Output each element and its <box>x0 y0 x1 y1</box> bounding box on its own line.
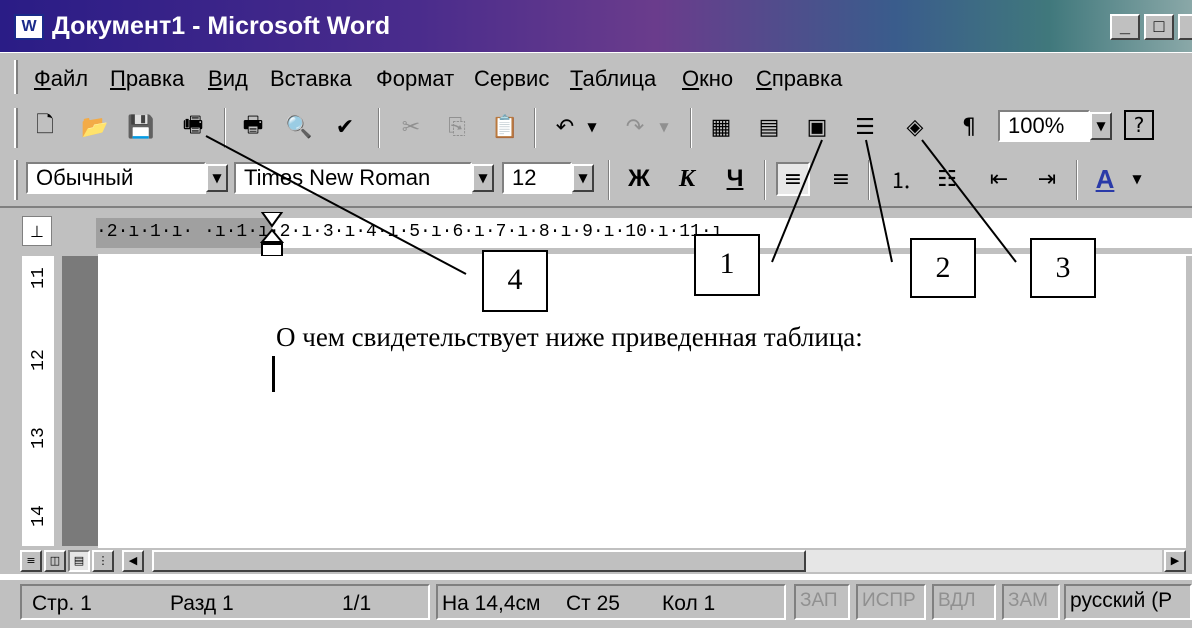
callout-line-2 <box>865 139 893 263</box>
callout-4: 4 <box>482 250 548 312</box>
callout-line-4 <box>205 135 467 275</box>
callout-1: 1 <box>694 234 760 296</box>
callout-3: 3 <box>1030 238 1096 298</box>
callout-lines <box>205 135 1017 275</box>
callout-2: 2 <box>910 238 976 298</box>
callout-line-1 <box>771 139 823 263</box>
